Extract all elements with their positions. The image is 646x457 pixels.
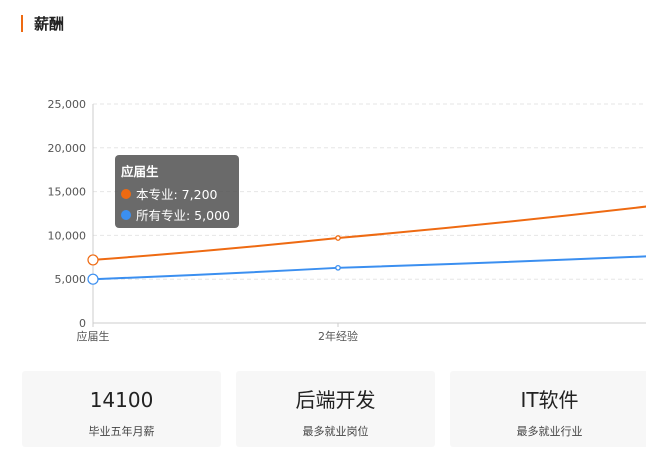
card-salary: 14100 毕业五年月薪 — [22, 371, 221, 447]
y-tick-label: 20,000 — [48, 142, 87, 155]
section-header: 薪酬 — [21, 13, 64, 33]
tooltip-value-all: 所有专业: 5,000 — [136, 208, 230, 223]
card-salary-label: 毕业五年月薪 — [88, 425, 155, 438]
x-tick-label: 应届生 — [77, 329, 110, 343]
salary-line-chart: 05,00010,00015,00020,00025,000应届生2年经验5年经… — [48, 98, 646, 343]
card-position-label: 最多就业岗位 — [302, 425, 369, 438]
y-tick-label: 25,000 — [48, 98, 87, 111]
tooltip-dot-all — [121, 209, 131, 220]
card-position: 后端开发 最多就业岗位 — [236, 371, 435, 447]
card-industry: IT软件 最多就业行业 — [450, 371, 646, 447]
y-tick-label: 0 — [79, 317, 86, 330]
series-point — [335, 264, 341, 271]
card-position-value: 后端开发 — [295, 388, 376, 412]
y-tick-label: 15,000 — [48, 186, 87, 199]
series-point — [335, 235, 341, 241]
tooltip-title: 应届生 — [121, 164, 159, 179]
section-title: 薪酬 — [34, 14, 65, 33]
card-salary-value: 14100 — [89, 388, 154, 412]
card-industry-value: IT软件 — [520, 388, 579, 412]
chart-tooltip: 应届生 本专业: 7,200 所有专业: 5,000 — [115, 155, 239, 228]
x-tick-label: 2年经验 — [318, 329, 358, 343]
y-tick-label: 5,000 — [55, 273, 87, 286]
series-point — [87, 254, 99, 266]
tooltip-dot-major — [121, 188, 131, 199]
tooltip-row-all: 所有专业: 5,000 — [121, 205, 233, 224]
tooltip-value-major: 本专业: 7,200 — [136, 187, 218, 202]
series-line-1 — [92, 255, 646, 281]
y-tick-label: 10,000 — [48, 229, 87, 242]
tooltip-row-major: 本专业: 7,200 — [121, 184, 233, 203]
accent-bar — [21, 14, 23, 32]
card-industry-label: 最多就业行业 — [516, 425, 583, 438]
summary-cards: 14100 毕业五年月薪 后端开发 最多就业岗位 IT软件 最多就业行业 — [22, 371, 646, 447]
series-point — [87, 273, 99, 285]
